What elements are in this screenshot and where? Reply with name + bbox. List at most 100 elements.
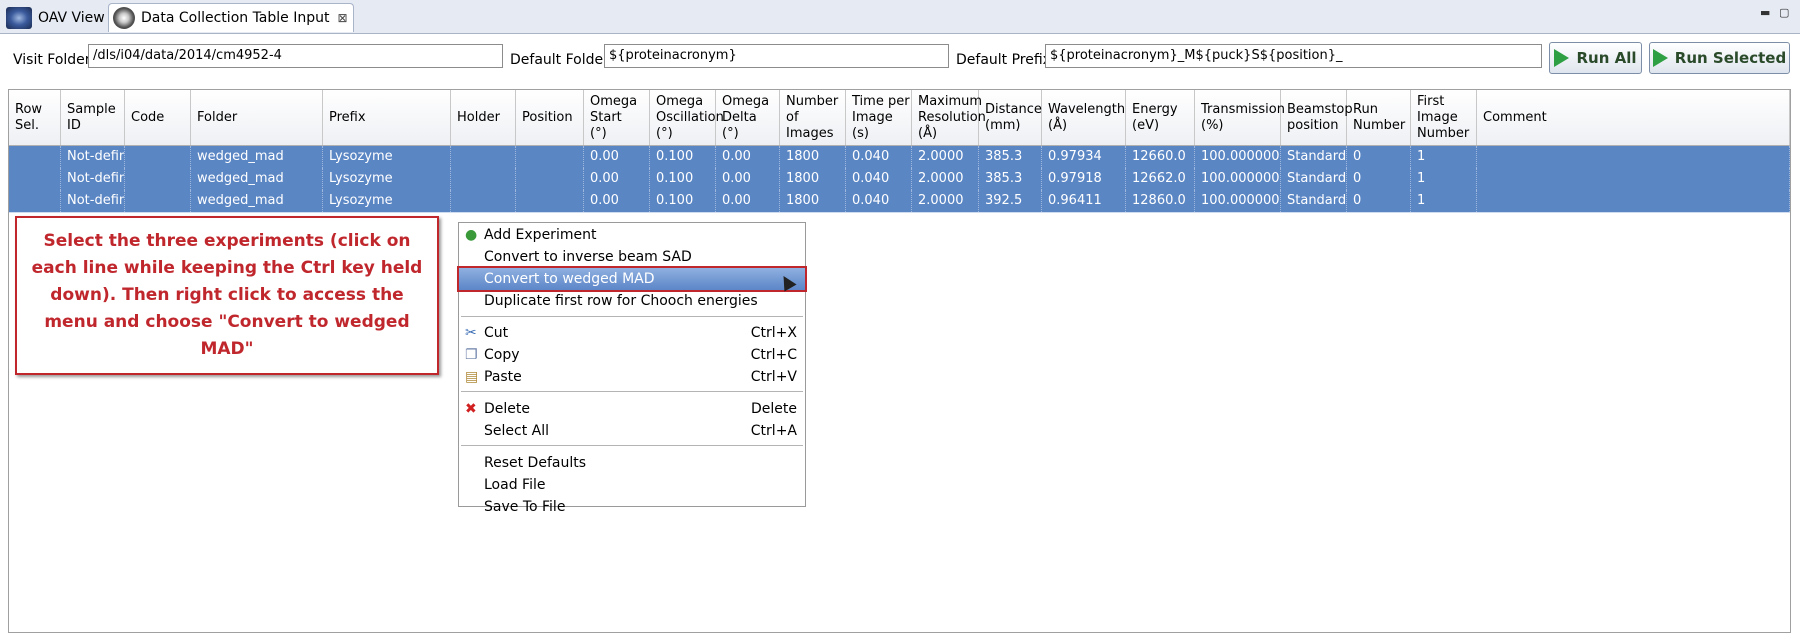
table-cell[interactable]: 0.040 [846, 190, 912, 212]
table-cell[interactable]: 1800 [780, 146, 846, 168]
table-cell[interactable]: 0.96411 [1042, 190, 1126, 212]
table-cell[interactable]: Not-defined [61, 146, 125, 168]
column-header[interactable]: Omega Start (°) [584, 90, 650, 145]
column-header[interactable]: Time per Image (s) [846, 90, 912, 145]
table-cell[interactable]: Not-defined [61, 190, 125, 212]
table-cell[interactable]: 0.040 [846, 146, 912, 168]
table-cell[interactable]: 0.100 [650, 146, 716, 168]
column-header[interactable]: Comment [1477, 90, 1790, 145]
menu-item-paste[interactable]: ▤ Paste Ctrl+V [459, 366, 805, 388]
table-cell[interactable]: 1 [1411, 146, 1477, 168]
table-cell[interactable]: Lysozyme [323, 146, 451, 168]
default-prefix-input[interactable]: ${proteinacronym}_M${puck}S${position}_ [1045, 44, 1542, 68]
table-cell[interactable]: 1 [1411, 190, 1477, 212]
table-cell[interactable]: wedged_mad [191, 146, 323, 168]
table-row[interactable]: Not-definedwedged_madLysozyme0.000.1000.… [9, 146, 1790, 169]
run-selected-button[interactable]: Run Selected [1649, 42, 1790, 74]
table-cell[interactable] [451, 146, 516, 168]
column-header[interactable]: Beamstop position [1281, 90, 1353, 145]
table-cell[interactable]: 2.0000 [912, 190, 979, 212]
table-cell[interactable] [516, 190, 584, 212]
table-cell[interactable]: Lysozyme [323, 168, 451, 190]
table-cell[interactable] [1477, 168, 1790, 190]
table-cell[interactable] [451, 190, 516, 212]
column-header[interactable]: Row Sel. [9, 90, 61, 145]
table-cell[interactable] [451, 168, 516, 190]
table-cell[interactable]: 12660.0 [1126, 146, 1195, 168]
table-cell[interactable]: 2.0000 [912, 146, 979, 168]
menu-item-select-all[interactable]: Select All Ctrl+A [459, 420, 805, 442]
table-cell[interactable]: 2.0000 [912, 168, 979, 190]
menu-item-duplicate-first-row-for-chooch-energies[interactable]: Duplicate first row for Chooch energies [459, 290, 805, 312]
menu-item-convert-to-wedged-mad[interactable]: Convert to wedged MAD [457, 266, 807, 292]
table-cell[interactable]: 1800 [780, 168, 846, 190]
table-cell[interactable]: 100.000000 [1195, 190, 1281, 212]
table-cell[interactable]: 0.97918 [1042, 168, 1126, 190]
table-cell[interactable]: 392.5 [979, 190, 1042, 212]
column-header[interactable]: Omega Oscillation (°) [650, 90, 724, 145]
column-header[interactable]: Position [516, 90, 584, 145]
tab-oav-view[interactable]: OAV View [2, 3, 106, 32]
column-header[interactable]: Energy (eV) [1126, 90, 1195, 145]
table-cell[interactable]: 0.00 [716, 190, 780, 212]
menu-item-add-experiment[interactable]: ● Add Experiment [459, 224, 805, 246]
table-cell[interactable]: 0.00 [716, 168, 780, 190]
table-cell[interactable] [516, 168, 584, 190]
table-cell[interactable]: 0.100 [650, 168, 716, 190]
table-cell[interactable]: 0.00 [584, 146, 650, 168]
menu-item-convert-to-inverse-beam-sad[interactable]: Convert to inverse beam SAD [459, 246, 805, 268]
maximize-icon[interactable]: ▢ [1779, 6, 1789, 19]
column-header[interactable]: Holder [451, 90, 516, 145]
table-cell[interactable]: 1 [1411, 168, 1477, 190]
table-cell[interactable]: 0.00 [584, 190, 650, 212]
menu-item-cut[interactable]: ✂ Cut Ctrl+X [459, 322, 805, 344]
table-cell[interactable]: 0 [1347, 168, 1411, 190]
table-cell[interactable]: Standard [1281, 190, 1347, 212]
menu-item-delete[interactable]: ✖ Delete Delete [459, 398, 805, 420]
column-header[interactable]: Transmission (%) [1195, 90, 1285, 145]
table-cell[interactable] [9, 146, 61, 168]
table-cell[interactable]: 100.000000 [1195, 146, 1281, 168]
menu-item-save-to-file[interactable]: Save To File [459, 496, 805, 518]
table-cell[interactable] [125, 146, 191, 168]
table-cell[interactable]: 385.3 [979, 168, 1042, 190]
table-cell[interactable]: 12662.0 [1126, 168, 1195, 190]
table-cell[interactable] [9, 190, 61, 212]
table-cell[interactable] [9, 168, 61, 190]
table-cell[interactable]: Lysozyme [323, 190, 451, 212]
table-row[interactable]: Not-definedwedged_madLysozyme0.000.1000.… [9, 168, 1790, 191]
minimize-icon[interactable]: ▬ [1760, 6, 1770, 19]
table-cell[interactable] [125, 190, 191, 212]
column-header[interactable]: First Image Number [1411, 90, 1477, 145]
column-header[interactable]: Sample ID [61, 90, 125, 145]
table-cell[interactable]: Standard [1281, 146, 1347, 168]
table-cell[interactable]: wedged_mad [191, 190, 323, 212]
table-cell[interactable]: 0 [1347, 190, 1411, 212]
visit-folder-input[interactable]: /dls/i04/data/2014/cm4952-4 [88, 44, 503, 68]
table-cell[interactable]: wedged_mad [191, 168, 323, 190]
table-cell[interactable]: 1800 [780, 190, 846, 212]
column-header[interactable]: Prefix [323, 90, 451, 145]
column-header[interactable]: Number of Images [780, 90, 846, 145]
table-cell[interactable]: 12860.0 [1126, 190, 1195, 212]
table-cell[interactable]: 0.00 [716, 146, 780, 168]
table-cell[interactable]: 100.000000 [1195, 168, 1281, 190]
column-header[interactable]: Distance (mm) [979, 90, 1042, 145]
table-cell[interactable]: 0.100 [650, 190, 716, 212]
close-icon[interactable]: ⊠ [337, 11, 347, 25]
table-cell[interactable]: 0 [1347, 146, 1411, 168]
run-all-button[interactable]: Run All [1549, 42, 1642, 74]
column-header[interactable]: Wavelength (Å) [1042, 90, 1126, 145]
table-cell[interactable] [1477, 146, 1790, 168]
column-header[interactable]: Folder [191, 90, 323, 145]
default-folder-input[interactable]: ${proteinacronym} [604, 44, 949, 68]
table-cell[interactable]: 0.97934 [1042, 146, 1126, 168]
tab-data-collection-table-input[interactable]: Data Collection Table Input ⊠ [108, 3, 354, 32]
menu-item-reset-defaults[interactable]: Reset Defaults [459, 452, 805, 474]
menu-item-copy[interactable]: ❐ Copy Ctrl+C [459, 344, 805, 366]
table-row[interactable]: Not-definedwedged_madLysozyme0.000.1000.… [9, 190, 1790, 213]
column-header[interactable]: Run Number [1347, 90, 1411, 145]
table-cell[interactable]: 0.00 [584, 168, 650, 190]
table-cell[interactable]: 0.040 [846, 168, 912, 190]
table-cell[interactable] [1477, 190, 1790, 212]
